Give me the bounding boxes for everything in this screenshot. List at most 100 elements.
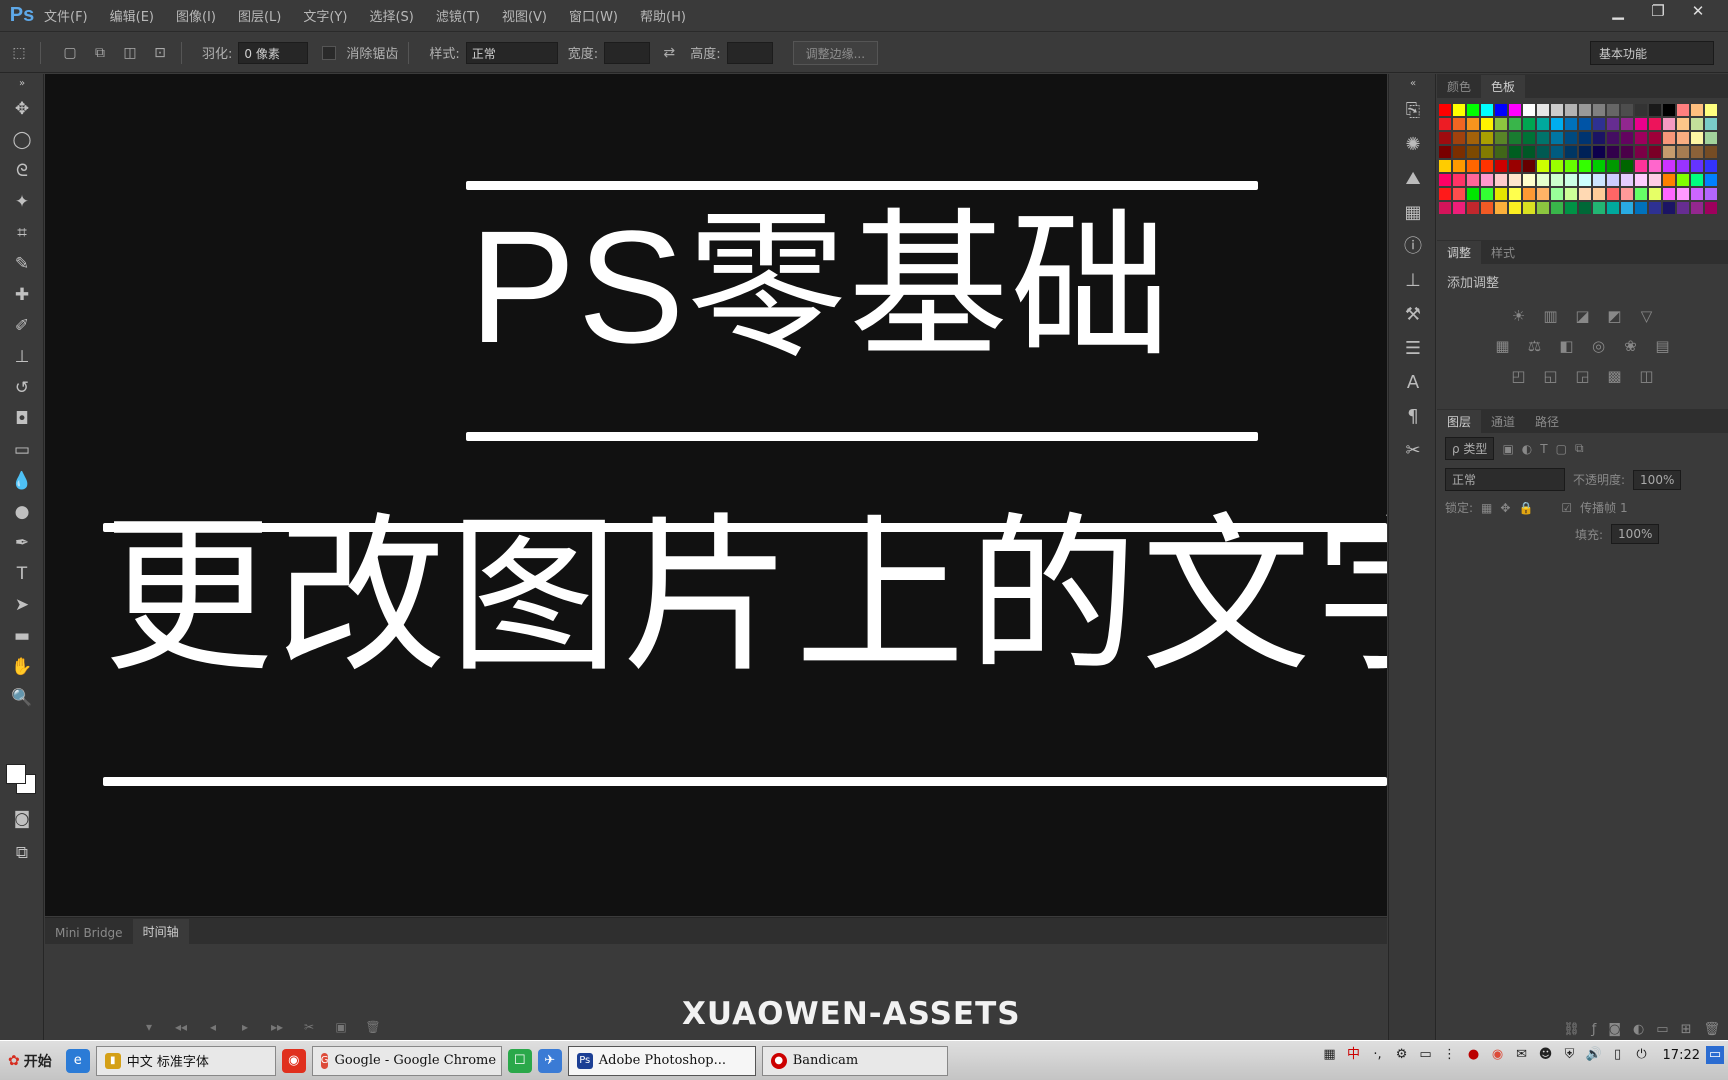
color-swatch[interactable] bbox=[1663, 118, 1675, 130]
color-swatch[interactable] bbox=[1467, 160, 1479, 172]
color-swatch[interactable] bbox=[1593, 132, 1605, 144]
clock[interactable]: 17:22 bbox=[1663, 1048, 1700, 1063]
color-swatch[interactable] bbox=[1635, 118, 1647, 130]
menu-view[interactable]: 视图(V) bbox=[502, 6, 547, 25]
lock-position-icon[interactable]: ✥ bbox=[1500, 501, 1510, 515]
weibo-icon[interactable]: ◉ bbox=[281, 1048, 306, 1073]
exposure-icon[interactable]: ◩ bbox=[1605, 307, 1625, 325]
color-swatch[interactable] bbox=[1635, 202, 1647, 214]
dodge-tool-icon[interactable]: ● bbox=[0, 497, 44, 528]
color-swatch[interactable] bbox=[1621, 188, 1633, 200]
color-swatch[interactable] bbox=[1607, 174, 1619, 186]
color-swatch[interactable] bbox=[1495, 132, 1507, 144]
color-swatch[interactable] bbox=[1621, 174, 1633, 186]
paragraph-panel-icon[interactable]: ¶ bbox=[1389, 400, 1437, 434]
navigator-icon[interactable]: ▦ bbox=[1389, 196, 1437, 230]
width-input[interactable] bbox=[604, 41, 651, 64]
color-swatch[interactable] bbox=[1621, 146, 1633, 158]
fill-input[interactable]: 100% bbox=[1611, 524, 1660, 544]
color-swatch[interactable] bbox=[1621, 118, 1633, 130]
gradient-tool-icon[interactable]: ▭ bbox=[0, 435, 44, 466]
taskbar-item-ime[interactable]: ▮ 中文 标准字体 bbox=[95, 1045, 276, 1076]
color-swatch[interactable] bbox=[1663, 174, 1675, 186]
eraser-tool-icon[interactable]: ◘ bbox=[0, 404, 44, 435]
color-swatch[interactable] bbox=[1593, 188, 1605, 200]
taskbar-item-chrome[interactable]: G Google - Google Chrome bbox=[311, 1045, 502, 1076]
tab-mini-bridge[interactable]: Mini Bridge bbox=[45, 922, 133, 944]
filter-type-icon[interactable]: T bbox=[1540, 442, 1547, 456]
color-swatch[interactable] bbox=[1677, 174, 1689, 186]
color-swatch[interactable] bbox=[1663, 188, 1675, 200]
color-swatch[interactable] bbox=[1495, 146, 1507, 158]
color-swatch[interactable] bbox=[1551, 118, 1563, 130]
color-swatch[interactable] bbox=[1439, 202, 1451, 214]
color-swatch[interactable] bbox=[1523, 118, 1535, 130]
color-swatch[interactable] bbox=[1649, 118, 1661, 130]
intersect-selection-icon[interactable]: ⊡ bbox=[149, 43, 171, 63]
color-swatch[interactable] bbox=[1579, 104, 1591, 116]
rectangle-tool-icon[interactable]: ▬ bbox=[0, 621, 44, 652]
curves-icon[interactable]: ◪ bbox=[1573, 307, 1593, 325]
minimize-button[interactable]: ▁ bbox=[1598, 0, 1638, 24]
layer-style-icon[interactable]: ƒ bbox=[1592, 1022, 1597, 1037]
color-swatch[interactable] bbox=[1649, 188, 1661, 200]
color-swatch[interactable] bbox=[1551, 188, 1563, 200]
clone-source-icon[interactable]: ⊥ bbox=[1389, 264, 1437, 298]
add-selection-icon[interactable]: ⧉ bbox=[89, 43, 111, 63]
workspace-select[interactable]: 基本功能 bbox=[1590, 41, 1714, 65]
link-layers-icon[interactable]: ⛓ bbox=[1563, 1022, 1580, 1037]
color-swatch[interactable] bbox=[1439, 174, 1451, 186]
color-swatch[interactable] bbox=[1607, 104, 1619, 116]
menu-filter[interactable]: 滤镜(T) bbox=[436, 6, 480, 25]
color-swatch[interactable] bbox=[1649, 174, 1661, 186]
healing-brush-tool-icon[interactable]: ✚ bbox=[0, 280, 44, 311]
gradient-map-icon[interactable]: ◫ bbox=[1637, 367, 1657, 385]
color-swatch[interactable] bbox=[1537, 160, 1549, 172]
color-swatch[interactable] bbox=[1481, 146, 1493, 158]
color-swatch[interactable] bbox=[1453, 132, 1465, 144]
panel-collapse-icon[interactable]: » bbox=[0, 74, 44, 94]
history-panel-icon[interactable]: ⎘ bbox=[1389, 94, 1437, 128]
history-brush-tool-icon[interactable]: ↺ bbox=[0, 373, 44, 404]
color-swatch[interactable] bbox=[1509, 174, 1521, 186]
tool-presets-icon[interactable]: ⚒ bbox=[1389, 298, 1437, 332]
color-swatch[interactable] bbox=[1537, 174, 1549, 186]
menu-window[interactable]: 窗口(W) bbox=[569, 6, 618, 25]
color-swatch[interactable] bbox=[1509, 146, 1521, 158]
invert-icon[interactable]: ◰ bbox=[1509, 367, 1529, 385]
color-swatch[interactable] bbox=[1537, 188, 1549, 200]
color-swatch[interactable] bbox=[1551, 160, 1563, 172]
color-swatch[interactable] bbox=[1509, 104, 1521, 116]
color-swatch[interactable] bbox=[1691, 118, 1703, 130]
type-tool-icon[interactable]: T bbox=[0, 559, 44, 590]
blend-mode-select[interactable]: 正常 bbox=[1445, 468, 1565, 491]
zoom-tool-icon[interactable]: 🔍 bbox=[0, 683, 44, 714]
color-swatch[interactable] bbox=[1439, 160, 1451, 172]
color-swatch[interactable] bbox=[1635, 146, 1647, 158]
color-swatch[interactable] bbox=[1593, 104, 1605, 116]
start-button[interactable]: ✿ 开始 bbox=[0, 1046, 60, 1076]
record-tray-icon[interactable]: ● bbox=[1465, 1046, 1483, 1064]
color-swatch[interactable] bbox=[1565, 118, 1577, 130]
selective-color-icon[interactable]: ▩ bbox=[1605, 367, 1625, 385]
opacity-input[interactable]: 100% bbox=[1633, 469, 1682, 490]
brush-tool-icon[interactable]: ✐ bbox=[0, 311, 44, 342]
color-swatch[interactable] bbox=[1663, 202, 1675, 214]
message-icon[interactable]: ✉ bbox=[1513, 1046, 1531, 1064]
color-swatch[interactable] bbox=[1691, 146, 1703, 158]
color-swatch[interactable] bbox=[1551, 146, 1563, 158]
menu-file[interactable]: 文件(F) bbox=[44, 6, 88, 25]
color-swatch[interactable] bbox=[1495, 104, 1507, 116]
color-swatch[interactable] bbox=[1621, 202, 1633, 214]
color-swatch[interactable] bbox=[1565, 146, 1577, 158]
power-icon[interactable]: ⏻ bbox=[1633, 1046, 1651, 1064]
elliptical-marquee-tool-icon[interactable]: ◯ bbox=[0, 125, 44, 156]
document-canvas[interactable]: PS零基础 更改图片上的文字 bbox=[45, 74, 1387, 916]
eyedropper-tool-icon[interactable]: ✎ bbox=[0, 249, 44, 280]
swap-dimensions-icon[interactable]: ⇄ bbox=[658, 43, 680, 63]
color-swatch[interactable] bbox=[1579, 118, 1591, 130]
color-swatch[interactable] bbox=[1523, 174, 1535, 186]
split-icon[interactable]: ✂ bbox=[293, 1020, 325, 1034]
color-swatch[interactable] bbox=[1453, 118, 1465, 130]
tab-paths[interactable]: 路径 bbox=[1525, 410, 1569, 433]
